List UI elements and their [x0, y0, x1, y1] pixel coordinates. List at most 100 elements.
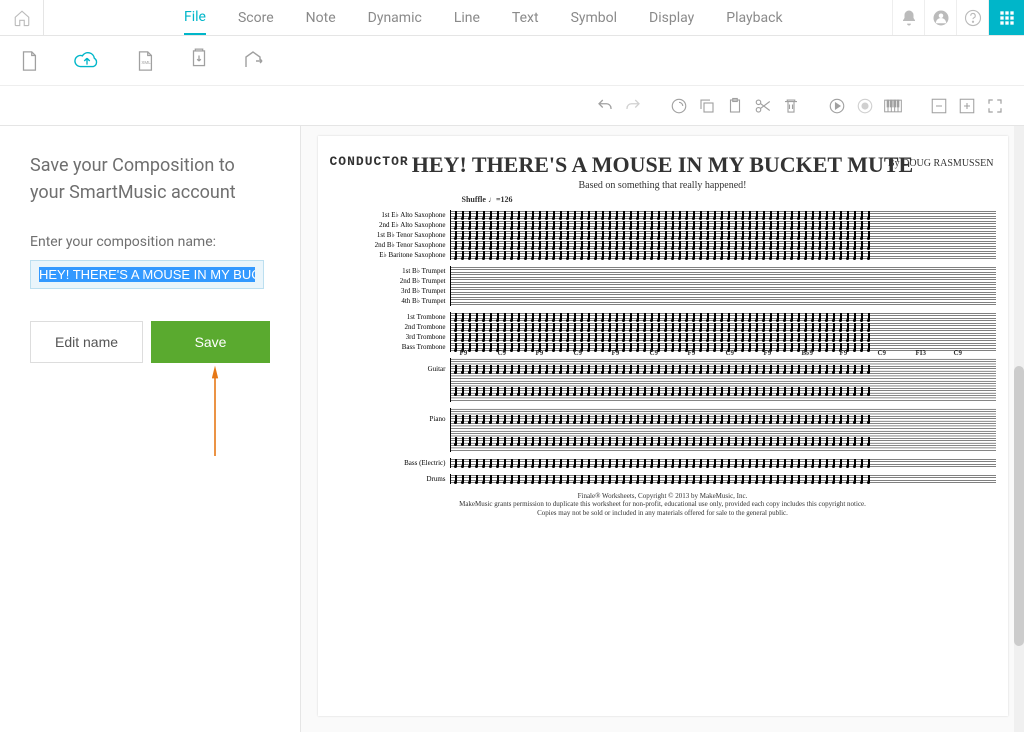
minus-square-icon: [930, 97, 948, 115]
main-area: Save your Composition to your SmartMusic…: [0, 126, 1024, 732]
home-button[interactable]: [0, 0, 44, 35]
tab-text[interactable]: Text: [512, 2, 539, 34]
plus-square-icon: [958, 97, 976, 115]
help-icon: [964, 9, 982, 27]
score-page: CONDUCTOR HEY! THERE'S A MOUSE IN MY BUC…: [318, 136, 1008, 716]
instrument-label: 2nd E♭ Alto Saxophone: [330, 221, 450, 229]
paste-button[interactable]: [724, 95, 746, 117]
instrument-label: 1st Trombone: [330, 313, 450, 321]
share-icon: [242, 49, 266, 73]
instrument-label: 3rd B♭ Trumpet: [330, 287, 450, 295]
score-byline: By DOUG RASMUSSEN: [888, 158, 994, 169]
staff-line: [450, 430, 996, 452]
instrument-label: 1st E♭ Alto Saxophone: [330, 211, 450, 219]
export-xml-button[interactable]: XML: [134, 49, 156, 73]
copyright-line: MakeMusic grants permission to duplicate…: [330, 500, 996, 508]
save-button[interactable]: Save: [151, 321, 270, 363]
apps-button[interactable]: [988, 0, 1024, 35]
tab-symbol[interactable]: Symbol: [571, 2, 617, 34]
play-button[interactable]: [826, 95, 848, 117]
instrument-label: 2nd B♭ Trumpet: [330, 277, 450, 285]
score-viewport[interactable]: CONDUCTOR HEY! THERE'S A MOUSE IN MY BUC…: [300, 126, 1024, 732]
tab-file[interactable]: File: [184, 1, 206, 35]
piano-icon: [883, 97, 903, 115]
fullscreen-icon: [986, 97, 1004, 115]
bell-icon: [900, 9, 918, 27]
copy-icon: [698, 97, 716, 115]
scrollbar-thumb[interactable]: [1014, 366, 1024, 646]
tab-line[interactable]: Line: [454, 2, 480, 34]
import-button[interactable]: [188, 48, 210, 74]
share-button[interactable]: [242, 49, 266, 73]
score-staves: 1st E♭ Alto Saxophone 2nd E♭ Alto Saxopho…: [330, 210, 996, 484]
staff-line: [450, 458, 996, 468]
tab-dynamic[interactable]: Dynamic: [368, 2, 422, 34]
input-label: Enter your composition name:: [30, 234, 270, 250]
staff-line: [450, 322, 996, 332]
staff-line: [450, 312, 996, 322]
record-settings-button[interactable]: [668, 95, 690, 117]
staff-line: [450, 266, 996, 276]
record-icon: [856, 97, 874, 115]
staff-line: [450, 474, 996, 484]
record-button[interactable]: [854, 95, 876, 117]
instrument-label: Bass (Electric): [330, 459, 450, 467]
cloud-save-button[interactable]: [72, 50, 102, 72]
score-subtitle: Based on something that really happened!: [330, 180, 996, 191]
staff-line: F9C9F9C9F9C9F9C9F9B♭9F9C9FI3C9: [450, 358, 996, 380]
tab-note[interactable]: Note: [306, 2, 336, 34]
instrument-label: Piano: [330, 415, 450, 423]
sidebar-heading: Save your Composition to your SmartMusic…: [30, 152, 270, 206]
help-button[interactable]: [956, 0, 988, 35]
staff-line: [450, 380, 996, 402]
copyright-line: Copies may not be sold or included in an…: [330, 509, 996, 517]
edit-name-button[interactable]: Edit name: [30, 321, 143, 363]
tab-display[interactable]: Display: [649, 2, 694, 34]
copyright-text: Finale® Worksheets, Copyright © 2013 by …: [330, 492, 996, 517]
instrument-label: E♭ Baritone Saxophone: [330, 251, 450, 259]
staff-line: [450, 230, 996, 240]
play-icon: [828, 97, 846, 115]
copy-button[interactable]: [696, 95, 718, 117]
fullscreen-button[interactable]: [984, 95, 1006, 117]
new-document-button[interactable]: [18, 49, 40, 73]
import-icon: [188, 48, 210, 74]
conductor-label: CONDUCTOR: [330, 154, 409, 169]
keyboard-button[interactable]: [882, 95, 904, 117]
staff-line: [450, 296, 996, 306]
scissors-icon: [754, 97, 772, 115]
user-icon: [932, 9, 950, 27]
redo-button[interactable]: [622, 95, 644, 117]
instrument-label: Drums: [330, 475, 450, 483]
save-sidebar: Save your Composition to your SmartMusic…: [0, 126, 300, 732]
staff-line: [450, 220, 996, 230]
instrument-label: Guitar: [330, 365, 450, 373]
redo-icon: [624, 97, 642, 115]
action-subbar: [0, 86, 1024, 126]
staff-line: [450, 210, 996, 220]
undo-button[interactable]: [594, 95, 616, 117]
tab-score[interactable]: Score: [238, 2, 274, 34]
zoom-out-button[interactable]: [928, 95, 950, 117]
staff-line: [450, 332, 996, 342]
staff-line: [450, 342, 996, 352]
notifications-button[interactable]: [892, 0, 924, 35]
top-menubar: File Score Note Dynamic Line Text Symbol…: [0, 0, 1024, 36]
instrument-label: 2nd B♭ Tenor Saxophone: [330, 241, 450, 249]
undo-icon: [596, 97, 614, 115]
copyright-line: Finale® Worksheets, Copyright © 2013 by …: [330, 492, 996, 500]
clipboard-icon: [726, 97, 744, 115]
xml-file-icon: XML: [134, 49, 156, 73]
zoom-in-button[interactable]: [956, 95, 978, 117]
staff-line: [450, 408, 996, 430]
topbar-right: [892, 0, 1024, 35]
scrollbar[interactable]: [1014, 126, 1024, 732]
delete-button[interactable]: [780, 95, 802, 117]
svg-text:XML: XML: [141, 59, 151, 64]
disc-icon: [670, 97, 688, 115]
composition-name-input[interactable]: [30, 260, 264, 289]
account-button[interactable]: [924, 0, 956, 35]
apps-grid-icon: [999, 10, 1015, 26]
tab-playback[interactable]: Playback: [726, 2, 782, 34]
cut-button[interactable]: [752, 95, 774, 117]
